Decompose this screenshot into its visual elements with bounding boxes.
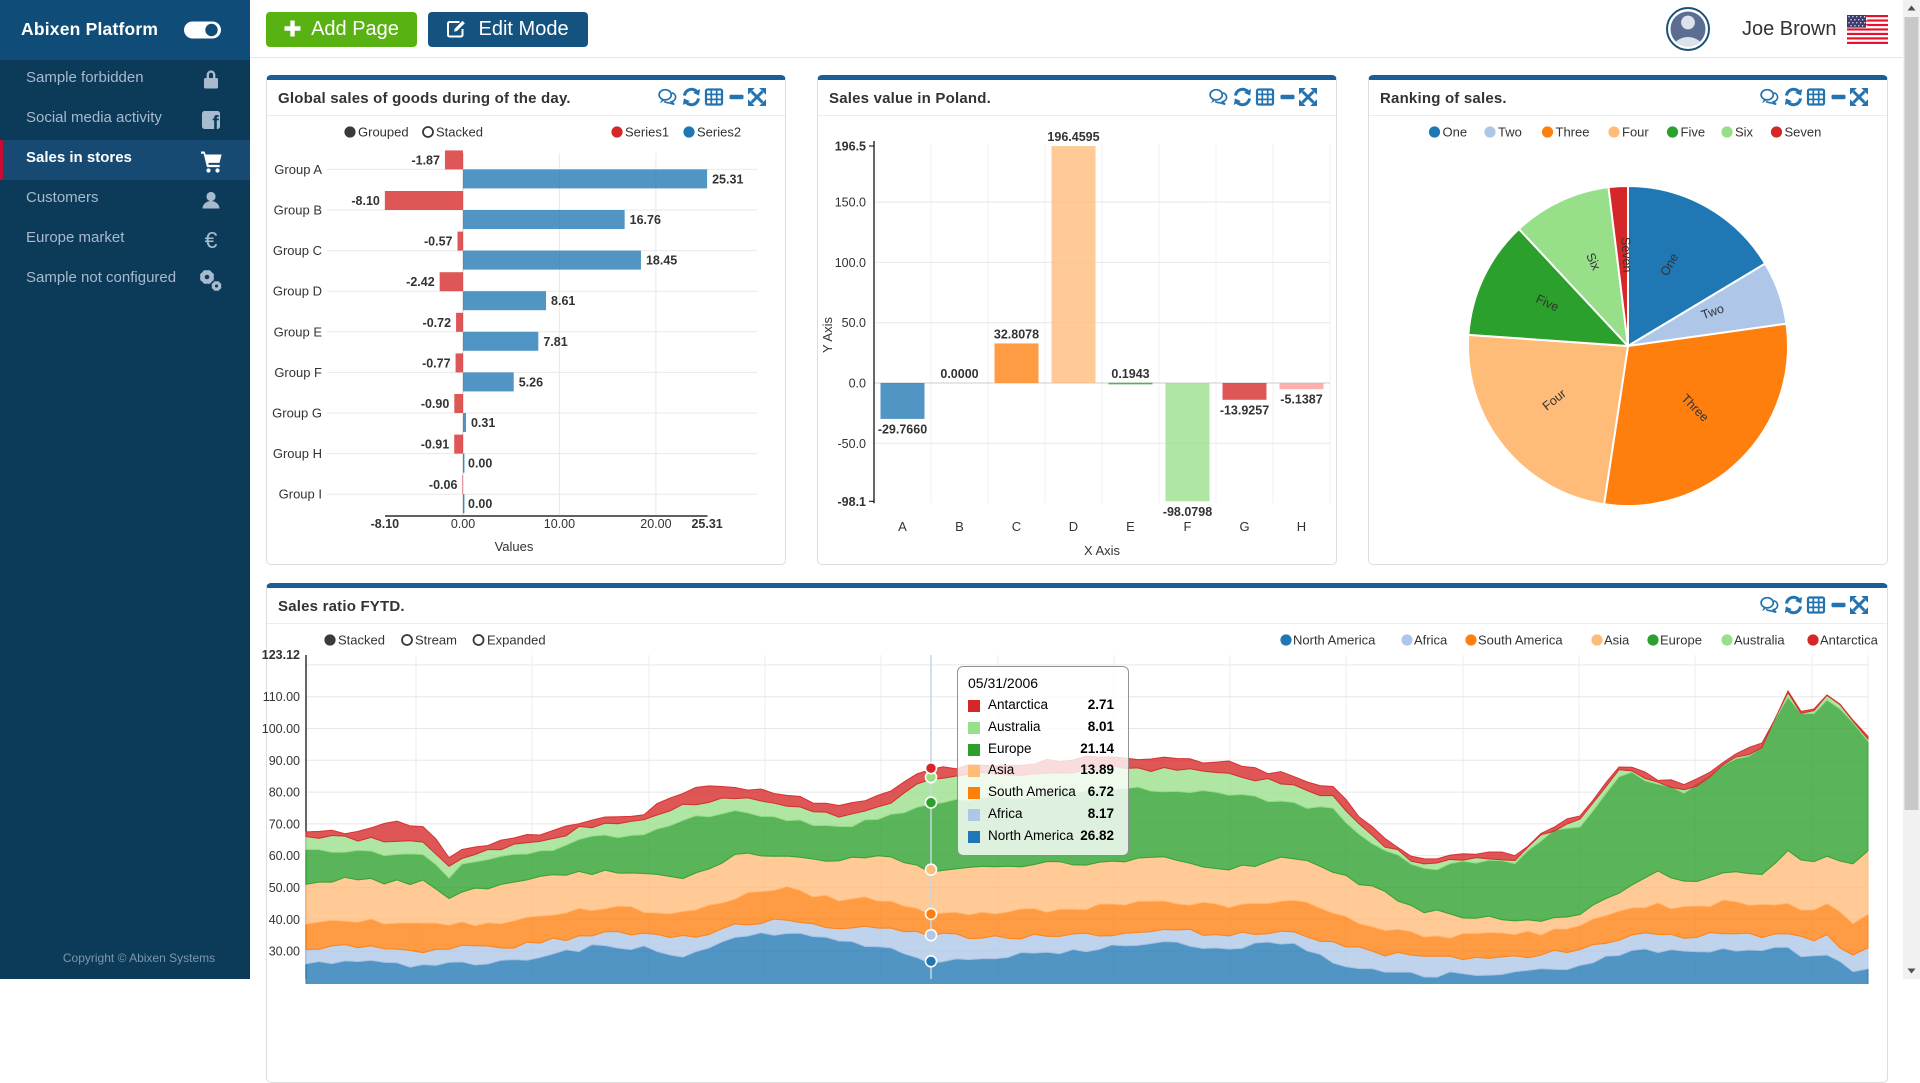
svg-text:0.00: 0.00 bbox=[451, 517, 475, 531]
svg-text:E: E bbox=[1126, 519, 1135, 534]
svg-text:One: One bbox=[1443, 125, 1468, 140]
svg-text:North America: North America bbox=[1293, 633, 1376, 648]
svg-text:-98.1: -98.1 bbox=[838, 495, 867, 509]
svg-text:-5.1387: -5.1387 bbox=[1280, 393, 1322, 407]
svg-text:D: D bbox=[1069, 519, 1078, 534]
svg-text:Seven: Seven bbox=[1618, 237, 1634, 273]
svg-text:Group H: Group H bbox=[273, 446, 322, 461]
svg-text:50.00: 50.00 bbox=[269, 881, 300, 895]
svg-text:Group C: Group C bbox=[273, 243, 322, 258]
svg-text:-0.72: -0.72 bbox=[423, 316, 452, 330]
svg-text:50.0: 50.0 bbox=[842, 316, 866, 330]
svg-text:-0.90: -0.90 bbox=[421, 397, 450, 411]
svg-text:10.00: 10.00 bbox=[544, 517, 575, 531]
svg-text:-8.10: -8.10 bbox=[371, 517, 400, 531]
svg-text:Stream: Stream bbox=[415, 633, 457, 648]
svg-text:G: G bbox=[1239, 519, 1249, 534]
svg-text:Five: Five bbox=[1681, 125, 1706, 140]
svg-text:-1.87: -1.87 bbox=[411, 153, 440, 167]
svg-text:Group E: Group E bbox=[274, 324, 323, 339]
svg-text:80.00: 80.00 bbox=[269, 786, 300, 800]
svg-text:Asia: Asia bbox=[1604, 633, 1630, 648]
svg-text:0.1943: 0.1943 bbox=[1111, 367, 1149, 381]
svg-text:Africa: Africa bbox=[1414, 633, 1448, 648]
svg-text:40.00: 40.00 bbox=[269, 913, 300, 927]
svg-text:16.76: 16.76 bbox=[630, 213, 661, 227]
svg-text:5.26: 5.26 bbox=[519, 375, 543, 389]
svg-text:100.0: 100.0 bbox=[835, 256, 866, 270]
svg-text:123.12: 123.12 bbox=[262, 648, 300, 662]
svg-text:30.00: 30.00 bbox=[269, 945, 300, 959]
svg-text:Group A: Group A bbox=[274, 162, 322, 177]
svg-text:Group F: Group F bbox=[274, 365, 322, 380]
svg-text:8.61: 8.61 bbox=[551, 294, 575, 308]
svg-text:0.00: 0.00 bbox=[468, 457, 492, 471]
svg-text:20.00: 20.00 bbox=[640, 517, 671, 531]
svg-text:60.00: 60.00 bbox=[269, 849, 300, 863]
svg-text:Values: Values bbox=[495, 539, 534, 554]
svg-text:-29.7660: -29.7660 bbox=[878, 422, 927, 436]
svg-text:196.4595: 196.4595 bbox=[1047, 130, 1099, 144]
svg-text:Australia: Australia bbox=[1734, 633, 1785, 648]
svg-text:Group I: Group I bbox=[279, 487, 322, 502]
svg-text:Seven: Seven bbox=[1785, 125, 1822, 140]
svg-text:-50.0: -50.0 bbox=[838, 437, 867, 451]
svg-text:Series2: Series2 bbox=[697, 125, 741, 140]
svg-text:25.31: 25.31 bbox=[712, 172, 743, 186]
svg-text:Antarctica: Antarctica bbox=[1820, 633, 1879, 648]
svg-text:32.8078: 32.8078 bbox=[994, 327, 1039, 341]
svg-text:-0.57: -0.57 bbox=[424, 235, 453, 249]
svg-text:-2.42: -2.42 bbox=[406, 275, 435, 289]
svg-text:70.00: 70.00 bbox=[269, 817, 300, 831]
svg-text:Grouped: Grouped bbox=[358, 125, 409, 140]
svg-text:€: € bbox=[205, 227, 218, 253]
svg-text:Series1: Series1 bbox=[625, 125, 669, 140]
svg-text:South America: South America bbox=[1478, 633, 1563, 648]
svg-text:H: H bbox=[1297, 519, 1306, 534]
svg-text:C: C bbox=[1012, 519, 1021, 534]
svg-text:90.00: 90.00 bbox=[269, 754, 300, 768]
svg-text:B: B bbox=[955, 519, 964, 534]
svg-text:0.0: 0.0 bbox=[849, 377, 866, 391]
svg-text:-8.10: -8.10 bbox=[351, 194, 380, 208]
svg-text:-13.9257: -13.9257 bbox=[1220, 403, 1269, 417]
svg-text:Stacked: Stacked bbox=[338, 633, 385, 648]
svg-text:Expanded: Expanded bbox=[487, 633, 546, 648]
svg-text:Stacked: Stacked bbox=[436, 125, 483, 140]
svg-text:Group B: Group B bbox=[274, 203, 322, 218]
svg-text:Group D: Group D bbox=[273, 284, 322, 299]
svg-text:Two: Two bbox=[1498, 125, 1522, 140]
svg-text:100.00: 100.00 bbox=[262, 722, 300, 736]
svg-text:Four: Four bbox=[1622, 125, 1649, 140]
svg-text:Six: Six bbox=[1735, 125, 1754, 140]
svg-text:7.81: 7.81 bbox=[543, 335, 567, 349]
svg-text:196.5: 196.5 bbox=[835, 140, 866, 154]
svg-text:-0.91: -0.91 bbox=[421, 438, 450, 452]
svg-text:18.45: 18.45 bbox=[646, 254, 677, 268]
svg-text:Three: Three bbox=[1556, 125, 1590, 140]
svg-text:25.31: 25.31 bbox=[691, 517, 722, 531]
svg-text:X Axis: X Axis bbox=[1084, 543, 1121, 558]
svg-text:0.31: 0.31 bbox=[471, 416, 495, 430]
svg-text:0.00: 0.00 bbox=[468, 497, 492, 511]
svg-text:Group G: Group G bbox=[272, 406, 322, 421]
svg-text:0.0000: 0.0000 bbox=[940, 367, 978, 381]
svg-text:Europe: Europe bbox=[1660, 633, 1702, 648]
svg-text:110.00: 110.00 bbox=[263, 690, 300, 704]
svg-text:-0.06: -0.06 bbox=[429, 478, 458, 492]
svg-text:-98.0798: -98.0798 bbox=[1163, 505, 1212, 519]
svg-text:150.0: 150.0 bbox=[835, 196, 866, 210]
svg-text:f: f bbox=[212, 113, 219, 134]
svg-text:F: F bbox=[1184, 519, 1192, 534]
svg-text:Y Axis: Y Axis bbox=[820, 317, 835, 353]
svg-text:-0.77: -0.77 bbox=[422, 356, 451, 370]
svg-text:A: A bbox=[898, 519, 907, 534]
